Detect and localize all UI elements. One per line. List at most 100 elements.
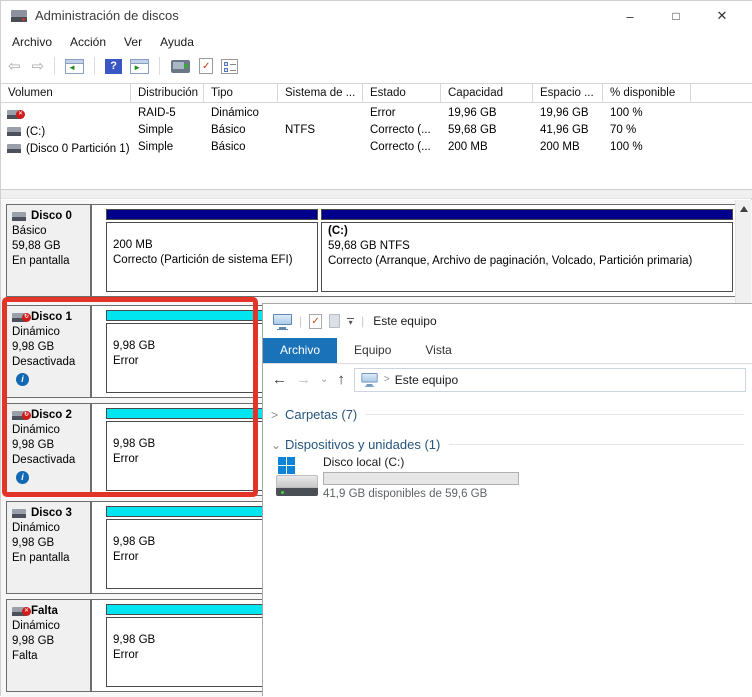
disk-name: Disco 3: [31, 506, 72, 521]
cell-estado: Correcto (...: [363, 122, 441, 139]
customize-toolbar-icon[interactable]: ▾: [347, 318, 354, 325]
cell-capacidad: 200 MB: [441, 139, 533, 156]
explorer-window-title: Este equipo: [373, 314, 436, 328]
minimize-button[interactable]: –: [607, 1, 653, 31]
disk-type: Dinámico: [12, 521, 87, 536]
drive-item-c[interactable]: Disco local (C:) 41,9 GB disponibles de …: [276, 457, 556, 507]
group-rule: [449, 444, 744, 445]
disk-type: Dinámico: [12, 619, 87, 634]
menu-ayuda[interactable]: Ayuda: [151, 32, 203, 52]
menu-ver[interactable]: Ver: [115, 32, 151, 52]
cell-sistema: [278, 105, 363, 122]
cell-espacio: 200 MB: [533, 139, 603, 156]
breadcrumb[interactable]: Este equipo: [395, 373, 458, 387]
volume-name: (C:): [26, 126, 45, 138]
col-sistema[interactable]: Sistema de ...: [278, 84, 363, 102]
disk-status: En pantalla: [12, 254, 87, 269]
col-estado[interactable]: Estado: [363, 84, 441, 102]
col-disponible[interactable]: % disponible: [603, 84, 691, 102]
cell-espacio: 41,96 GB: [533, 122, 603, 139]
volume-error-icon: ✕: [7, 110, 21, 120]
tab-equipo[interactable]: Equipo: [337, 338, 408, 363]
table-row[interactable]: (C:) Simple Básico NTFS Correcto (... 59…: [1, 122, 752, 139]
window-title: Administración de discos: [35, 8, 179, 23]
drive-usage-bar: [323, 472, 519, 485]
tab-vista[interactable]: Vista: [408, 338, 468, 363]
disk-type: Básico: [12, 224, 87, 239]
disk-name: Disco 0: [31, 209, 72, 224]
table-row[interactable]: (Disco 0 Partición 1) Simple Básico Corr…: [1, 139, 752, 156]
maximize-button[interactable]: □: [653, 1, 699, 31]
close-button[interactable]: ✕: [699, 1, 745, 31]
help-icon[interactable]: ?: [105, 59, 122, 74]
col-distribucion[interactable]: Distribución: [131, 84, 204, 102]
group-label: Carpetas (7): [285, 407, 357, 422]
menu-bar: Archivo Acción Ver Ayuda: [1, 31, 752, 53]
address-bar[interactable]: > Este equipo: [354, 368, 746, 392]
col-tipo[interactable]: Tipo: [204, 84, 278, 102]
col-espacio[interactable]: Espacio ...: [533, 84, 603, 102]
cell-distribucion: RAID-5: [131, 105, 204, 122]
scroll-up-icon[interactable]: [740, 206, 748, 212]
partition-size: 59,68 GB NTFS: [328, 239, 732, 254]
explorer-title-bar: | ✓ ▾ | Este equipo: [263, 304, 752, 338]
navigation-bar: ← → ⌄ ↑ > Este equipo: [263, 364, 752, 395]
title-bar: Administración de discos – □ ✕: [1, 1, 752, 31]
toolbar-separator: [94, 57, 95, 75]
disk-header[interactable]: Disco 3 Dinámico 9,98 GB En pantalla: [6, 501, 91, 594]
disk-status: En pantalla: [12, 551, 87, 566]
partition-color-bar: [321, 209, 733, 220]
group-devices[interactable]: ⌄ Dispositivos y unidades (1): [263, 437, 752, 452]
tab-archivo[interactable]: Archivo: [263, 338, 337, 363]
explorer-content: > Carpetas (7) ⌄ Dispositivos y unidades…: [263, 395, 752, 697]
partition-label: (C:): [328, 224, 732, 239]
group-rule: [366, 414, 744, 415]
disk-header[interactable]: ✕ Falta Dinámico 9,98 GB Falta: [6, 599, 91, 692]
nav-forward-icon[interactable]: →: [296, 371, 311, 388]
cell-tipo: Dinámico: [204, 105, 278, 122]
partition-size: 200 MB: [113, 238, 317, 253]
menu-archivo[interactable]: Archivo: [3, 32, 61, 52]
cell-capacidad: 59,68 GB: [441, 122, 533, 139]
chevron-down-icon[interactable]: ⌄: [271, 438, 285, 452]
recent-locations-icon[interactable]: ⌄: [320, 374, 328, 385]
disk-row-disco0: Disco 0 Básico 59,88 GB En pantalla 200 …: [1, 204, 752, 297]
partition-efi[interactable]: 200 MB Correcto (Partición de sistema EF…: [106, 209, 318, 292]
partition-c[interactable]: (C:) 59,68 GB NTFS Correcto (Arranque, A…: [321, 209, 733, 292]
group-folders[interactable]: > Carpetas (7): [263, 407, 752, 422]
breadcrumb-separator-icon: >: [384, 374, 390, 385]
chevron-right-icon[interactable]: >: [271, 408, 285, 422]
volume-icon: [7, 144, 21, 154]
validate-document-icon[interactable]: ✓: [199, 58, 213, 74]
this-pc-icon: [361, 373, 377, 386]
console-tree-icon[interactable]: ◄: [65, 59, 84, 74]
toolbar: ⇦ ⇨ ◄ ? ► ✓: [1, 53, 752, 79]
cell-estado: Error: [363, 105, 441, 122]
toolbar-separator: [159, 57, 160, 75]
properties-checklist-icon[interactable]: [221, 59, 238, 74]
action-pane-icon[interactable]: ►: [130, 59, 149, 74]
cell-disponible: 100 %: [603, 139, 691, 156]
menu-accion[interactable]: Acción: [61, 32, 115, 52]
ribbon-tabs: Archivo Equipo Vista: [263, 338, 752, 364]
cell-estado: Correcto (...: [363, 139, 441, 156]
forward-arrow-icon[interactable]: ⇨: [32, 57, 45, 75]
disk-partitions: 200 MB Correcto (Partición de sistema EF…: [91, 204, 737, 297]
separator: |: [299, 314, 302, 328]
console-icon[interactable]: [171, 60, 190, 73]
disk-header[interactable]: Disco 0 Básico 59,88 GB En pantalla: [6, 204, 91, 297]
col-volumen[interactable]: Volumen: [1, 84, 131, 102]
col-capacidad[interactable]: Capacidad: [441, 84, 533, 102]
quick-access-file-icon[interactable]: [329, 314, 340, 328]
disk-missing-icon: ✕: [12, 607, 27, 617]
separator: |: [361, 314, 364, 328]
nav-up-icon[interactable]: ↑: [337, 371, 345, 388]
back-arrow-icon[interactable]: ⇦: [8, 57, 21, 75]
horizontal-scrollbar[interactable]: [1, 189, 752, 199]
quick-access-check-icon[interactable]: ✓: [309, 314, 322, 329]
table-row[interactable]: ✕ RAID-5 Dinámico Error 19,96 GB 19,96 G…: [1, 105, 752, 122]
toolbar-separator: [54, 57, 55, 75]
nav-back-icon[interactable]: ←: [272, 371, 287, 388]
cell-capacidad: 19,96 GB: [441, 105, 533, 122]
disk-icon: [12, 509, 27, 519]
